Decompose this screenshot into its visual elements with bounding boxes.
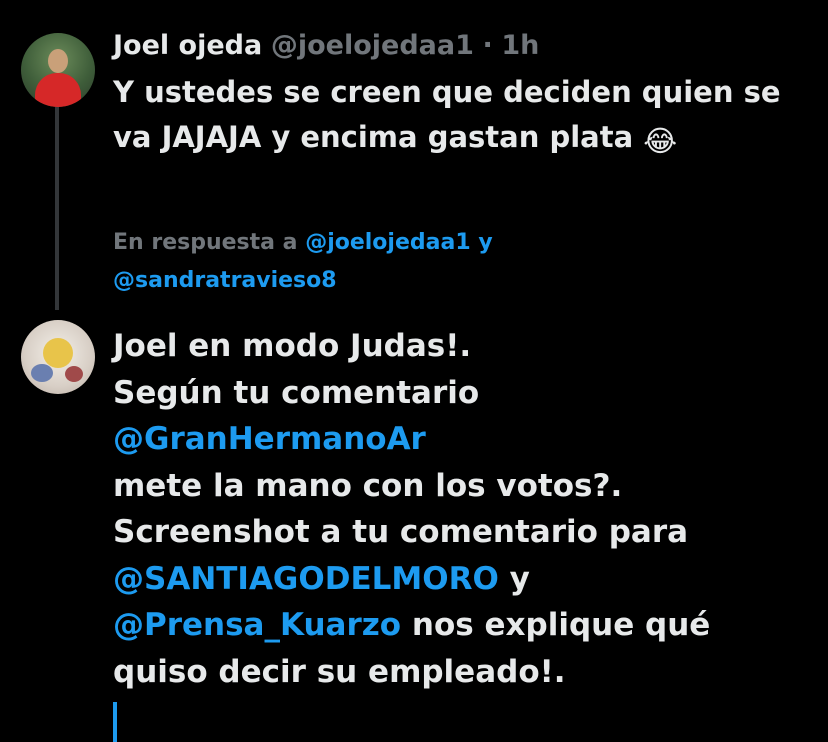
tears-of-joy-emoji-icon: 😂: [643, 124, 678, 158]
replying-prefix: En respuesta a: [113, 230, 298, 255]
reply-line: quiso decir su empleado!.: [113, 653, 566, 690]
mention-link[interactable]: @GranHermanoAr: [113, 421, 426, 457]
tweet-body-text: Y ustedes se creen que deciden quien se …: [113, 75, 781, 154]
avatar-figure-head: [48, 49, 68, 73]
avatar[interactable]: [21, 33, 95, 107]
thread-connector-line: [55, 96, 59, 310]
tweet-header: Joel ojeda @joelojedaa1 · 1h: [113, 26, 539, 66]
reply-avatar[interactable]: [21, 320, 95, 394]
mention-link[interactable]: @Prensa_Kuarzo: [113, 607, 401, 643]
reply-line: mete la mano con los votos?.: [113, 467, 623, 504]
reply-text: Joel en modo Judas!. Según tu comentario…: [113, 323, 813, 695]
reply-line: Joel en modo Judas!.: [113, 328, 472, 364]
reply-line: Screenshot a tu comentario para: [113, 514, 689, 550]
separator-dot: ·: [482, 30, 493, 61]
display-name[interactable]: Joel ojeda: [113, 30, 262, 61]
user-handle[interactable]: @joelojedaa1: [271, 30, 474, 61]
mention-link[interactable]: @SANTIAGODELMORO: [113, 561, 499, 597]
mention-link[interactable]: @sandratravieso8: [113, 268, 337, 293]
avatar-illustration-shape: [43, 338, 73, 368]
avatar-figure-body: [35, 73, 81, 107]
reply-line: y: [498, 560, 530, 597]
replying-joiner: y: [478, 230, 493, 255]
avatar-illustration-shape: [31, 364, 53, 382]
mention-link[interactable]: @joelojedaa1: [305, 230, 470, 255]
reply-line: Según tu comentario: [113, 374, 480, 411]
avatar-illustration-shape: [65, 366, 83, 382]
tweet-timestamp[interactable]: 1h: [501, 30, 539, 61]
text-cursor: [113, 702, 117, 742]
tweet-text: Y ustedes se creen que deciden quien se …: [113, 70, 813, 164]
reply-line: nos explique qué: [401, 607, 711, 643]
replying-to-context: En respuesta a @joelojedaa1 y @sandratra…: [113, 224, 673, 300]
